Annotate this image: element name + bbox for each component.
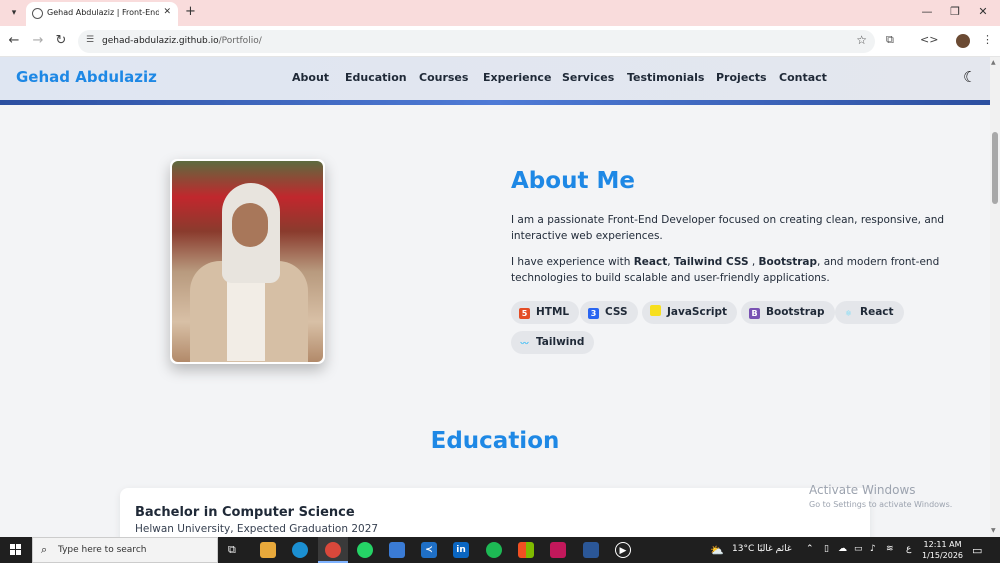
scroll-down-arrow-icon[interactable]: ▼ <box>991 527 996 534</box>
new-tab-icon[interactable]: + <box>185 4 196 19</box>
clock-date: 1/15/2026 <box>922 551 964 560</box>
extensions-icon[interactable]: ⧉ <box>886 33 894 47</box>
vscode-icon[interactable]: ≺ <box>421 542 437 558</box>
url-text[interactable]: gehad-abdulaziz.github.io/Portfolio/ <box>102 36 262 46</box>
devtools-icon[interactable]: <> <box>920 33 938 46</box>
edge-icon[interactable] <box>292 542 308 558</box>
activate-windows-watermark: Activate Windows Go to Settings to activ… <box>809 483 952 509</box>
weather-text[interactable]: 13°C غائم غالبًا <box>732 544 792 554</box>
clock[interactable]: 12:11 AM 1/15/2026 <box>922 539 963 561</box>
browser-tab-bar: ▾ Gehad Abdulaziz | Front-End D ✕ + — ❐ … <box>0 0 1000 26</box>
taskbar-search-placeholder: Type here to search <box>58 545 147 555</box>
about-paragraph-1: I am a passionate Front-End Developer fo… <box>511 214 945 242</box>
css3-icon: 3 <box>588 308 599 319</box>
tailwind-icon: 〰 <box>520 339 529 348</box>
menu-kebab-icon[interactable]: ⋮ <box>982 33 993 46</box>
tray-cloud-icon[interactable]: ☁ <box>838 544 847 554</box>
education-degree: Bachelor in Computer Science <box>135 505 355 520</box>
about-title: About Me <box>511 168 635 194</box>
windows-taskbar: ⌕ Type here to search ⧉ ≺ in ▶ ⛅ 13°C غا… <box>0 537 1000 563</box>
skill-chip-tailwind: 〰 Tailwind <box>511 331 595 354</box>
tab-search-icon[interactable]: ▾ <box>6 5 22 21</box>
url-host: gehad-abdulaziz.github.io <box>102 36 219 46</box>
skill-chip-bootstrap: B Bootstrap <box>741 301 835 324</box>
education-title: Education <box>430 428 560 454</box>
profile-photo <box>170 159 325 364</box>
nav-testimonials[interactable]: Testimonials <box>627 71 704 84</box>
window-close-icon[interactable]: ✕ <box>976 5 990 18</box>
jetbrains-icon[interactable] <box>583 542 599 558</box>
skill-chip-javascript: JavaScript <box>642 301 738 324</box>
react-icon: ⚛ <box>844 309 853 318</box>
chevron-up-icon[interactable]: ⌃ <box>806 544 814 554</box>
nav-services[interactable]: Services <box>562 71 614 84</box>
skill-chip-css: 3 CSS <box>580 301 638 324</box>
restore-icon[interactable]: ❐ <box>948 5 962 18</box>
battery-icon[interactable]: ▭ <box>854 544 863 554</box>
tray-device-icon[interactable]: ▯ <box>824 544 829 554</box>
whatsapp-icon[interactable] <box>357 542 373 558</box>
browser-tab[interactable]: Gehad Abdulaziz | Front-End D ✕ <box>26 2 178 26</box>
education-school: Helwan University, Expected Graduation 2… <box>135 523 379 535</box>
nav-contact[interactable]: Contact <box>779 71 827 84</box>
nav-projects[interactable]: Projects <box>716 71 767 84</box>
nav-courses[interactable]: Courses <box>419 71 468 84</box>
nav-education[interactable]: Education <box>345 71 407 84</box>
forward-icon[interactable]: → <box>30 33 46 48</box>
mail-icon[interactable] <box>389 542 405 558</box>
task-view-icon[interactable]: ⧉ <box>228 543 236 557</box>
bookmark-star-icon[interactable]: ☆ <box>856 33 867 47</box>
reload-icon[interactable]: ↻ <box>53 33 69 48</box>
nav-about[interactable]: About <box>292 71 329 84</box>
about-paragraph-2: I have experience with React, Tailwind C… <box>511 256 940 284</box>
taskbar-search-input[interactable]: ⌕ Type here to search <box>32 537 218 563</box>
dark-mode-moon-icon[interactable]: ☾ <box>963 68 976 86</box>
back-icon[interactable]: ← <box>6 33 22 48</box>
header-accent-bar <box>0 100 990 105</box>
microsoft-store-icon[interactable] <box>518 542 534 558</box>
language-indicator[interactable]: ع <box>906 544 911 554</box>
tab-close-icon[interactable]: ✕ <box>163 7 171 17</box>
wifi-icon[interactable]: ≋ <box>886 544 894 554</box>
html5-icon: 5 <box>519 308 530 319</box>
site-info-icon[interactable]: ☰ <box>86 35 94 45</box>
scroll-up-arrow-icon[interactable]: ▲ <box>991 59 996 66</box>
watermark-subtitle: Go to Settings to activate Windows. <box>809 500 953 509</box>
watermark-title: Activate Windows <box>809 483 916 497</box>
nav-experience[interactable]: Experience <box>483 71 551 84</box>
spotify-icon[interactable] <box>486 542 502 558</box>
weather-icon[interactable]: ⛅ <box>710 544 724 557</box>
site-header: Gehad Abdulaziz About Education Courses … <box>0 57 990 100</box>
media-player-icon[interactable]: ▶ <box>615 542 631 558</box>
notifications-icon[interactable]: ▭ <box>972 544 982 557</box>
skill-chip-react: ⚛ React <box>835 301 904 324</box>
linkedin-icon[interactable]: in <box>453 542 469 558</box>
globe-icon <box>32 8 43 19</box>
tab-title: Gehad Abdulaziz | Front-End D <box>47 8 159 17</box>
skill-chip-html: 5 HTML <box>511 301 580 324</box>
volume-icon[interactable]: ♪ <box>870 544 876 554</box>
scroll-thumb[interactable] <box>992 132 998 204</box>
javascript-icon <box>650 305 661 316</box>
profile-avatar[interactable] <box>956 34 970 48</box>
site-logo[interactable]: Gehad Abdulaziz <box>16 68 157 86</box>
minimize-icon[interactable]: — <box>920 5 934 18</box>
address-bar[interactable]: ☰ gehad-abdulaziz.github.io/Portfolio/ ☆ <box>78 30 875 53</box>
bootstrap-icon: B <box>749 308 760 319</box>
url-path: /Portfolio/ <box>218 36 262 46</box>
page-scrollbar[interactable]: ▲ ▼ <box>990 57 1000 537</box>
browser-toolbar: ← → ↻ ☰ gehad-abdulaziz.github.io/Portfo… <box>0 26 1000 57</box>
clock-time: 12:11 AM <box>923 540 962 549</box>
app-icon[interactable] <box>550 542 566 558</box>
windows-start-icon[interactable] <box>10 544 22 556</box>
search-icon: ⌕ <box>41 543 48 556</box>
file-explorer-icon[interactable] <box>260 542 276 558</box>
chrome-icon[interactable] <box>325 542 341 558</box>
